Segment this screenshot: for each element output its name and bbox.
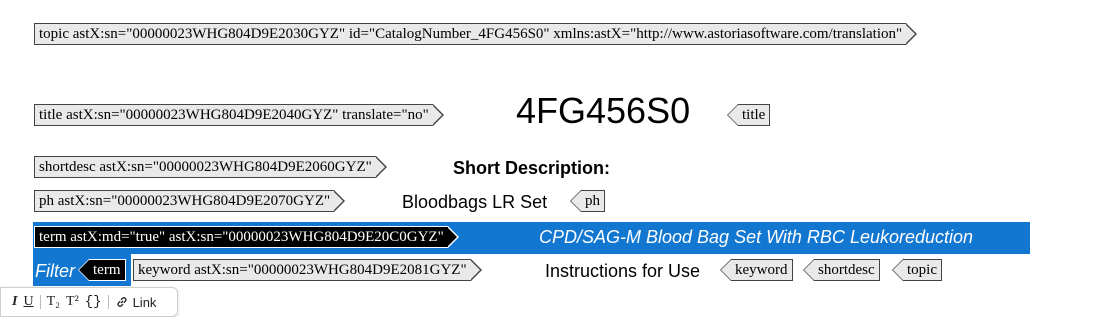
term-text-line1[interactable]: CPD/SAG-M Blood Bag Set With RBC Leukore… (539, 226, 973, 248)
keyword-open-tag[interactable]: keyword astX:sn="00000023WHG804D9E2081GY… (133, 259, 482, 281)
inline-format-toolbar: I U T₂ T² {} Link (0, 287, 178, 317)
tag-arrow (720, 259, 731, 281)
shortdesc-close-tag[interactable]: shortdesc (803, 259, 880, 281)
term-close-tag[interactable]: term (78, 259, 126, 281)
shortdesc-close-tag-label: shortdesc (814, 259, 880, 281)
term-close-tag-label: term (89, 259, 126, 281)
tag-arrow (374, 156, 387, 178)
keyword-close-tag-label: keyword (731, 259, 793, 281)
tag-arrow (803, 259, 814, 281)
keyword-close-tag[interactable]: keyword (720, 259, 793, 281)
tag-arrow (892, 259, 903, 281)
subscript-icon[interactable]: T₂ (44, 291, 63, 313)
link-icon (116, 297, 127, 307)
italic-icon[interactable]: I (9, 291, 20, 313)
topic-open-tag-label: topic astX:sn="00000023WHG804D9E2030GYZ"… (34, 23, 907, 45)
tag-arrow (431, 104, 444, 126)
topic-close-tag[interactable]: topic (892, 259, 942, 281)
underline-icon[interactable]: U (20, 291, 36, 313)
keyword-open-tag-label: keyword astX:sn="00000023WHG804D9E2081GY… (133, 259, 471, 281)
tag-arrow (78, 259, 89, 281)
shortdesc-open-tag[interactable]: shortdesc astX:sn="00000023WHG804D9E2060… (34, 156, 387, 178)
ph-open-tag[interactable]: ph astX:sn="00000023WHG804D9E2070GYZ" (34, 190, 346, 212)
title-close-tag[interactable]: title (727, 104, 771, 126)
tag-arrow (446, 226, 459, 248)
tag-arrow (905, 23, 918, 45)
toolbar-divider (39, 295, 41, 309)
tag-arrow (333, 190, 346, 212)
link-button-label: Link (132, 294, 157, 310)
ph-close-tag-label: ph (581, 190, 605, 212)
ph-text[interactable]: Bloodbags LR Set (402, 191, 547, 213)
title-open-tag-label: title astX:sn="00000023WHG804D9E2040GYZ"… (34, 104, 433, 126)
link-button[interactable]: Link (112, 291, 160, 313)
topic-open-tag[interactable]: topic astX:sn="00000023WHG804D9E2030GYZ"… (34, 23, 918, 45)
ph-open-tag-label: ph astX:sn="00000023WHG804D9E2070GYZ" (34, 190, 335, 212)
shortdesc-label: Short Description: (453, 158, 611, 178)
tag-arrow (570, 190, 581, 212)
shortdesc-open-tag-label: shortdesc astX:sn="00000023WHG804D9E2060… (34, 156, 376, 178)
term-text-line2[interactable]: Filter (35, 260, 75, 282)
ph-close-tag[interactable]: ph (570, 190, 605, 212)
title-open-tag[interactable]: title astX:sn="00000023WHG804D9E2040GYZ"… (34, 104, 444, 126)
topic-close-tag-label: topic (903, 259, 942, 281)
keyword-text[interactable]: Instructions for Use (545, 260, 700, 282)
title-text[interactable]: 4FG456S0 (516, 90, 690, 132)
tag-arrow (469, 259, 482, 281)
superscript-icon[interactable]: T² (63, 291, 82, 313)
braces-icon[interactable]: {} (82, 291, 105, 313)
term-open-tag-label: term astX:md="true" astX:sn="00000023WHG… (34, 226, 448, 248)
term-open-tag[interactable]: term astX:md="true" astX:sn="00000023WHG… (34, 226, 459, 248)
toolbar-divider (107, 295, 109, 309)
title-close-tag-label: title (738, 104, 771, 126)
tag-arrow (727, 104, 738, 126)
